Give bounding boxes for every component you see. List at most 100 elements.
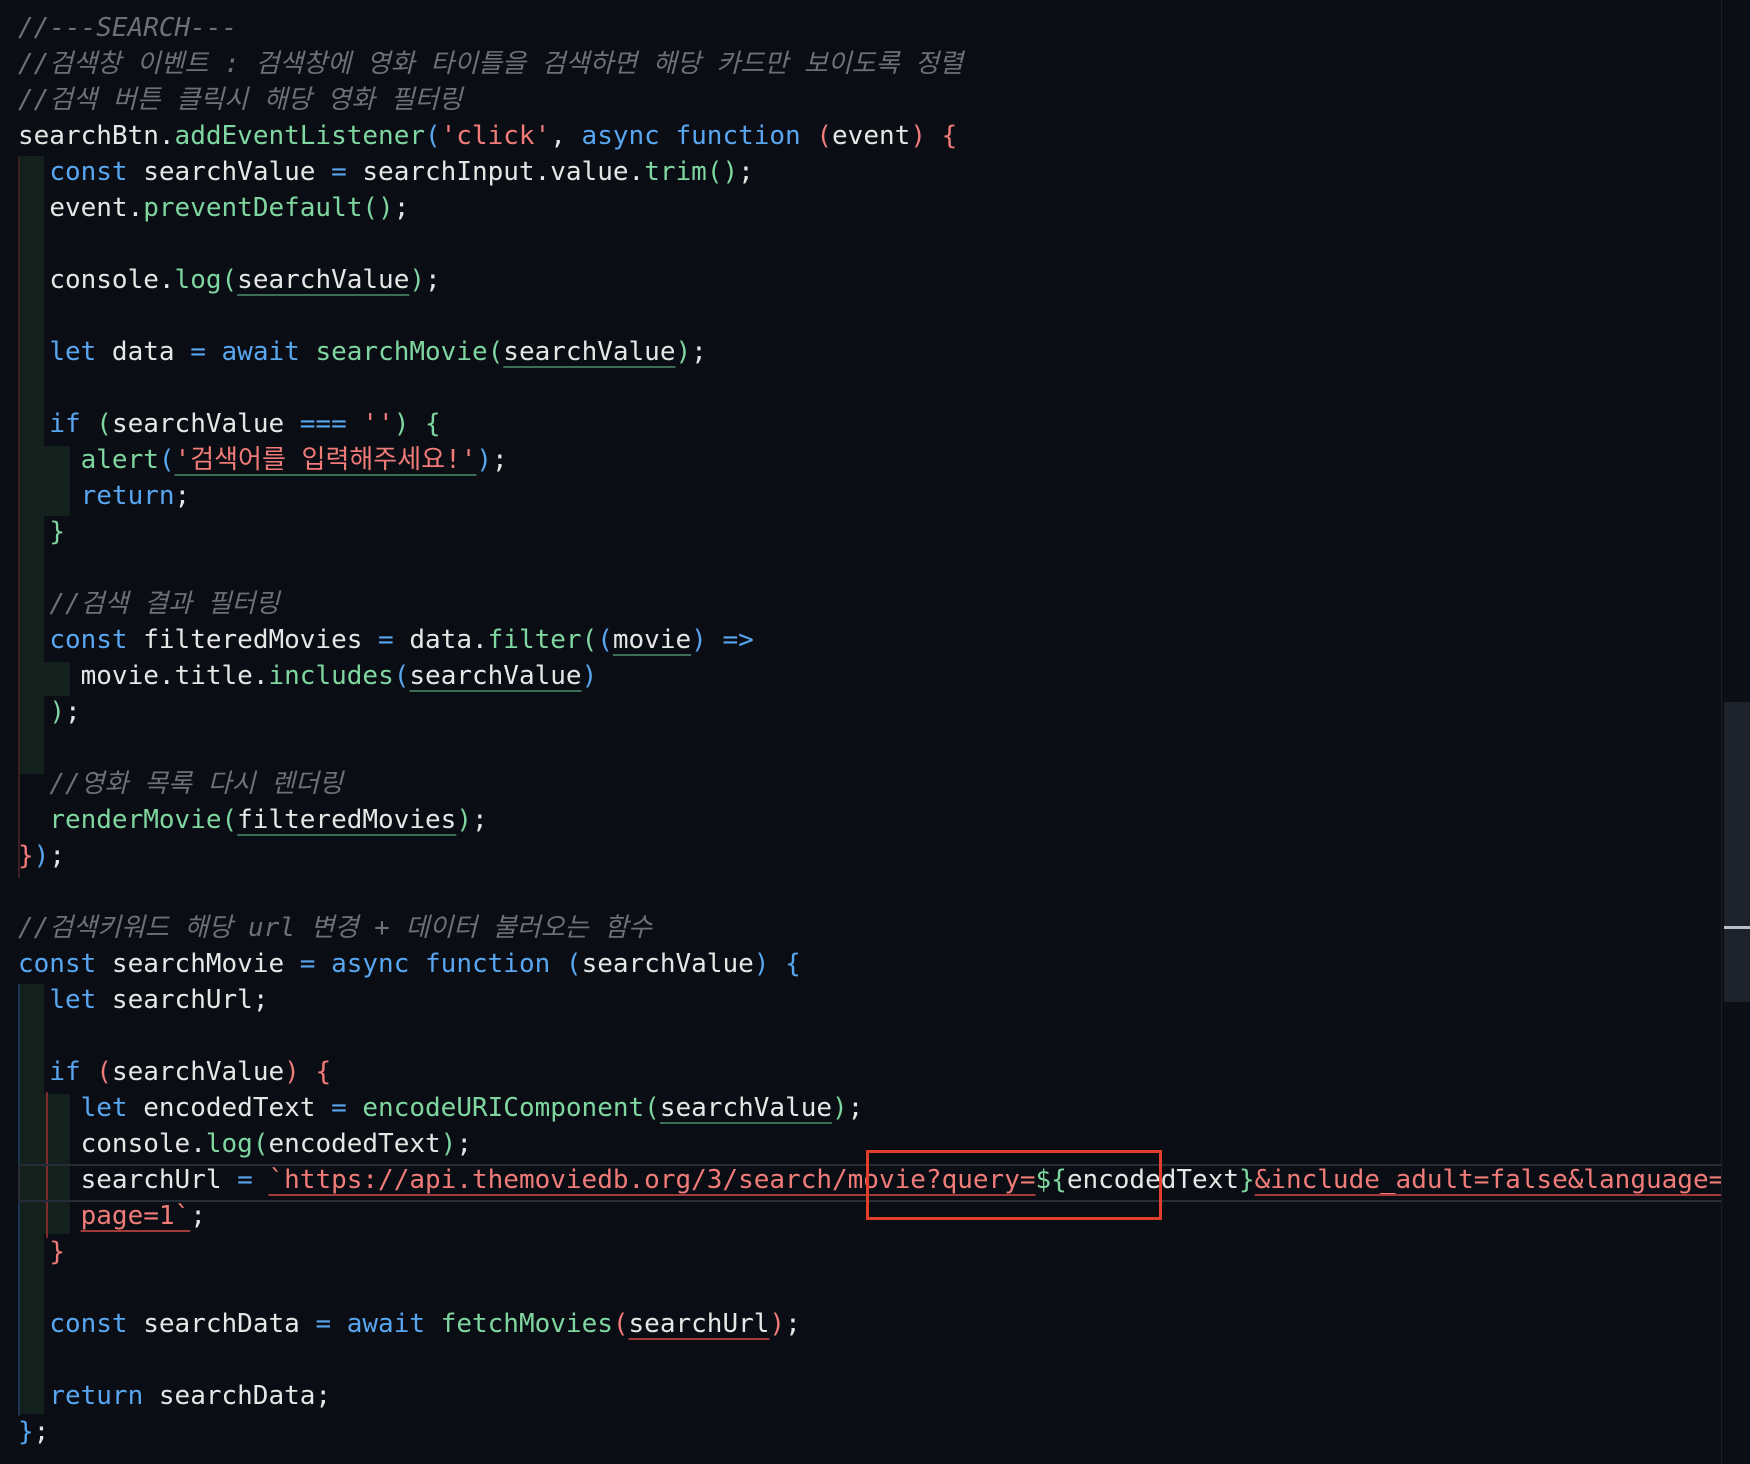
code-token: () <box>706 157 739 187</box>
code-token: ) <box>33 841 50 871</box>
code-token: const <box>49 1309 128 1339</box>
code-token: ; <box>49 841 65 871</box>
code-line[interactable]: //검색창 이벤트 : 검색창에 영화 타이틀을 검색하면 해당 카드만 보이도… <box>18 46 963 82</box>
code-token: //---SEARCH--- <box>18 13 238 43</box>
code-token: ; <box>64 697 81 727</box>
code-line[interactable]: //검색 버튼 클릭시 해당 영화 필터링 <box>18 82 462 118</box>
code-line[interactable]: //검색키워드 해당 url 변경 + 데이터 불러오는 함수 <box>18 910 652 946</box>
code-token: const <box>18 949 97 979</box>
code-token: searchValue <box>127 157 332 187</box>
code-token: await <box>346 1309 426 1339</box>
code-line[interactable]: page=1`; <box>18 1198 206 1234</box>
code-line[interactable]: }; <box>18 1414 49 1450</box>
code-token: { <box>785 949 801 979</box>
code-token: filter <box>487 625 582 655</box>
code-token: if <box>49 409 81 439</box>
code-token: //검색 버튼 클릭시 해당 영화 필터링 <box>18 85 463 115</box>
code-line[interactable]: } <box>18 514 65 550</box>
code-line[interactable]: ); <box>18 694 81 730</box>
code-line[interactable]: } <box>18 1234 65 1270</box>
code-token: } <box>18 841 34 871</box>
code-line[interactable]: let encodedText = encodeURIComponent(sea… <box>18 1090 864 1126</box>
code-token: function <box>425 949 551 979</box>
code-token: ; <box>492 445 508 475</box>
code-line[interactable]: }); <box>18 838 65 874</box>
code-token: page=1` <box>80 1201 191 1231</box>
code-line[interactable]: //영화 목록 다시 렌더링 <box>18 766 343 802</box>
code-token: //검색 결과 필터링 <box>49 589 280 619</box>
code-line[interactable]: const filteredMovies = data.filter((movi… <box>18 622 753 658</box>
code-token: let <box>49 985 97 1015</box>
code-editor[interactable]: //---SEARCH--- //검색창 이벤트 : 검색창에 영화 타이틀을 검… <box>0 0 1750 1464</box>
scrollbar-thumb[interactable] <box>1724 702 1750 1002</box>
code-line[interactable]: movie.title.includes(searchValue) <box>18 658 598 694</box>
code-token: ; <box>190 1201 206 1231</box>
code-line[interactable]: if (searchValue) { <box>18 1054 331 1090</box>
code-line[interactable]: return; <box>18 478 191 514</box>
code-token: ) <box>581 661 598 691</box>
code-token: ( <box>565 949 582 979</box>
code-token: ( <box>252 1129 269 1159</box>
code-token: ( <box>221 805 238 835</box>
code-token: title <box>174 661 253 691</box>
code-line[interactable]: renderMovie(filteredMovies); <box>18 802 487 838</box>
code-line[interactable]: searchBtn.addEventListener('click', asyn… <box>18 118 957 154</box>
code-token: addEventListener <box>174 121 425 151</box>
code-token: renderMovie <box>49 805 222 835</box>
code-token: . <box>252 661 269 691</box>
code-token: ( <box>612 1309 629 1339</box>
code-line[interactable]: //---SEARCH--- <box>18 10 237 46</box>
code-token: ; <box>315 1381 332 1411</box>
code-token: . <box>158 265 175 295</box>
code-line[interactable]: if (searchValue === '') { <box>18 406 440 442</box>
code-line[interactable]: event.preventDefault(); <box>18 190 409 226</box>
code-token: } <box>49 517 65 547</box>
code-token: ; <box>456 1129 472 1159</box>
code-token: === <box>299 409 347 439</box>
code-token: searchValue <box>237 265 410 295</box>
code-line[interactable]: let searchUrl; <box>18 982 268 1018</box>
vertical-scrollbar[interactable] <box>1721 0 1750 1464</box>
code-token: = <box>315 1309 332 1339</box>
code-line[interactable]: const searchData = await fetchMovies(sea… <box>18 1306 800 1342</box>
code-line[interactable]: const searchMovie = async function (sear… <box>18 946 801 982</box>
code-token: filteredMovies <box>237 805 457 835</box>
code-token: encodeURIComponent <box>362 1093 645 1123</box>
code-line[interactable]: alert('검색어를 입력해주세요!'); <box>18 442 508 478</box>
code-token: . <box>158 121 175 151</box>
code-line[interactable]: const searchValue = searchInput.value.tr… <box>18 154 753 190</box>
code-token: function <box>675 121 801 151</box>
code-token: ( <box>581 625 598 655</box>
code-token: data <box>393 625 472 655</box>
code-token: ( <box>644 1093 660 1123</box>
code-token: searchBtn <box>18 121 159 151</box>
code-line[interactable]: return searchData; <box>18 1378 331 1414</box>
code-token: = <box>378 625 394 655</box>
code-token: let <box>80 1093 128 1123</box>
code-line[interactable]: console.log(searchValue); <box>18 262 440 298</box>
code-token: = <box>331 157 347 187</box>
code-token: alert <box>80 445 159 475</box>
code-token: trim <box>644 157 707 187</box>
code-line[interactable]: //검색 결과 필터링 <box>18 586 279 622</box>
code-token: 'click' <box>440 121 551 151</box>
code-token: value <box>550 157 629 187</box>
code-line[interactable]: let data = await searchMovie(searchValue… <box>18 334 706 370</box>
code-token: &include_adult=false&language=ko-KR& <box>1254 1165 1750 1195</box>
code-line[interactable]: console.log(encodedText); <box>18 1126 472 1162</box>
code-token: ) <box>691 625 707 655</box>
code-token: searchData <box>143 1381 316 1411</box>
